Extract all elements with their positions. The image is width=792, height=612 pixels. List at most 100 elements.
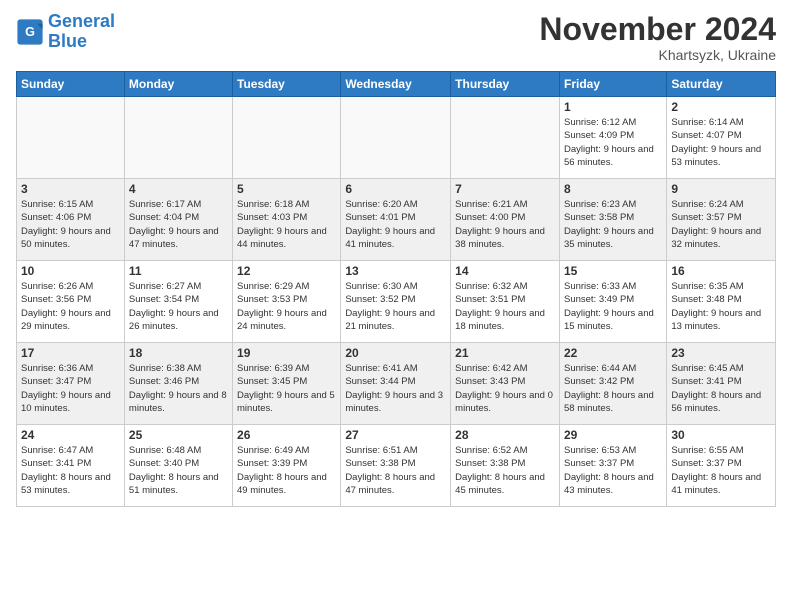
- title-block: November 2024 Khartsyzk, Ukraine: [539, 12, 776, 63]
- calendar-week-row: 24 Sunrise: 6:47 AM Sunset: 3:41 PM Dayli…: [17, 425, 776, 507]
- calendar-header-row: SundayMondayTuesdayWednesdayThursdayFrid…: [17, 72, 776, 97]
- day-info: Sunrise: 6:29 AM Sunset: 3:53 PM Dayligh…: [237, 280, 336, 333]
- day-info: Sunrise: 6:27 AM Sunset: 3:54 PM Dayligh…: [129, 280, 228, 333]
- calendar-header-monday: Monday: [124, 72, 232, 97]
- calendar-header-tuesday: Tuesday: [233, 72, 341, 97]
- calendar-cell: 7 Sunrise: 6:21 AM Sunset: 4:00 PM Daylig…: [451, 179, 560, 261]
- day-info: Sunrise: 6:52 AM Sunset: 3:38 PM Dayligh…: [455, 444, 555, 497]
- day-info: Sunrise: 6:38 AM Sunset: 3:46 PM Dayligh…: [129, 362, 228, 415]
- day-info: Sunrise: 6:12 AM Sunset: 4:09 PM Dayligh…: [564, 116, 662, 169]
- calendar-cell: 10 Sunrise: 6:26 AM Sunset: 3:56 PM Dayli…: [17, 261, 125, 343]
- calendar-cell: 16 Sunrise: 6:35 AM Sunset: 3:48 PM Dayli…: [667, 261, 776, 343]
- calendar-header-saturday: Saturday: [667, 72, 776, 97]
- calendar-week-row: 10 Sunrise: 6:26 AM Sunset: 3:56 PM Dayli…: [17, 261, 776, 343]
- logo-line1: General: [48, 11, 115, 31]
- day-number: 9: [671, 182, 771, 196]
- day-info: Sunrise: 6:26 AM Sunset: 3:56 PM Dayligh…: [21, 280, 120, 333]
- day-number: 13: [345, 264, 446, 278]
- calendar-cell: 29 Sunrise: 6:53 AM Sunset: 3:37 PM Dayli…: [559, 425, 666, 507]
- calendar-cell: 5 Sunrise: 6:18 AM Sunset: 4:03 PM Daylig…: [233, 179, 341, 261]
- day-info: Sunrise: 6:47 AM Sunset: 3:41 PM Dayligh…: [21, 444, 120, 497]
- day-number: 12: [237, 264, 336, 278]
- calendar-cell: 19 Sunrise: 6:39 AM Sunset: 3:45 PM Dayli…: [233, 343, 341, 425]
- day-number: 16: [671, 264, 771, 278]
- day-number: 21: [455, 346, 555, 360]
- day-number: 23: [671, 346, 771, 360]
- logo: G General Blue: [16, 12, 115, 52]
- page: G General Blue November 2024 Khartsyzk, …: [0, 0, 792, 612]
- day-info: Sunrise: 6:55 AM Sunset: 3:37 PM Dayligh…: [671, 444, 771, 497]
- day-number: 3: [21, 182, 120, 196]
- calendar-week-row: 3 Sunrise: 6:15 AM Sunset: 4:06 PM Daylig…: [17, 179, 776, 261]
- day-info: Sunrise: 6:36 AM Sunset: 3:47 PM Dayligh…: [21, 362, 120, 415]
- month-title: November 2024: [539, 12, 776, 47]
- day-info: Sunrise: 6:48 AM Sunset: 3:40 PM Dayligh…: [129, 444, 228, 497]
- day-info: Sunrise: 6:44 AM Sunset: 3:42 PM Dayligh…: [564, 362, 662, 415]
- day-number: 18: [129, 346, 228, 360]
- day-info: Sunrise: 6:49 AM Sunset: 3:39 PM Dayligh…: [237, 444, 336, 497]
- header: G General Blue November 2024 Khartsyzk, …: [16, 12, 776, 63]
- calendar-table: SundayMondayTuesdayWednesdayThursdayFrid…: [16, 71, 776, 507]
- day-info: Sunrise: 6:30 AM Sunset: 3:52 PM Dayligh…: [345, 280, 446, 333]
- calendar-header-friday: Friday: [559, 72, 666, 97]
- calendar-cell: 20Sunrise: 6:41 AM Sunset: 3:44 PM Dayli…: [341, 343, 451, 425]
- day-info: Sunrise: 6:15 AM Sunset: 4:06 PM Dayligh…: [21, 198, 120, 251]
- day-number: 17: [21, 346, 120, 360]
- day-info: Sunrise: 6:53 AM Sunset: 3:37 PM Dayligh…: [564, 444, 662, 497]
- calendar-cell: 12 Sunrise: 6:29 AM Sunset: 3:53 PM Dayli…: [233, 261, 341, 343]
- calendar-cell: 14Sunrise: 6:32 AM Sunset: 3:51 PM Dayli…: [451, 261, 560, 343]
- day-number: 8: [564, 182, 662, 196]
- day-number: 29: [564, 428, 662, 442]
- day-number: 19: [237, 346, 336, 360]
- day-number: 6: [345, 182, 446, 196]
- day-number: 24: [21, 428, 120, 442]
- calendar-cell: 22 Sunrise: 6:44 AM Sunset: 3:42 PM Dayli…: [559, 343, 666, 425]
- day-number: 28: [455, 428, 555, 442]
- day-info: Sunrise: 6:33 AM Sunset: 3:49 PM Dayligh…: [564, 280, 662, 333]
- calendar-cell: 17 Sunrise: 6:36 AM Sunset: 3:47 PM Dayli…: [17, 343, 125, 425]
- day-number: 27: [345, 428, 446, 442]
- calendar-cell: 18 Sunrise: 6:38 AM Sunset: 3:46 PM Dayli…: [124, 343, 232, 425]
- calendar-cell: 4 Sunrise: 6:17 AM Sunset: 4:04 PM Daylig…: [124, 179, 232, 261]
- logo-icon: G: [16, 18, 44, 46]
- calendar-cell: [341, 97, 451, 179]
- calendar-header-sunday: Sunday: [17, 72, 125, 97]
- day-number: 10: [21, 264, 120, 278]
- day-info: Sunrise: 6:18 AM Sunset: 4:03 PM Dayligh…: [237, 198, 336, 251]
- day-info: Sunrise: 6:35 AM Sunset: 3:48 PM Dayligh…: [671, 280, 771, 333]
- day-number: 26: [237, 428, 336, 442]
- calendar-header-wednesday: Wednesday: [341, 72, 451, 97]
- day-number: 5: [237, 182, 336, 196]
- calendar-cell: 30 Sunrise: 6:55 AM Sunset: 3:37 PM Dayli…: [667, 425, 776, 507]
- calendar-cell: 3 Sunrise: 6:15 AM Sunset: 4:06 PM Daylig…: [17, 179, 125, 261]
- calendar-cell: [451, 97, 560, 179]
- day-info: Sunrise: 6:14 AM Sunset: 4:07 PM Dayligh…: [671, 116, 771, 169]
- day-number: 4: [129, 182, 228, 196]
- day-info: Sunrise: 6:24 AM Sunset: 3:57 PM Dayligh…: [671, 198, 771, 251]
- day-number: 7: [455, 182, 555, 196]
- day-number: 22: [564, 346, 662, 360]
- day-info: Sunrise: 6:42 AM Sunset: 3:43 PM Dayligh…: [455, 362, 555, 415]
- calendar-cell: 23Sunrise: 6:45 AM Sunset: 3:41 PM Dayli…: [667, 343, 776, 425]
- day-info: Sunrise: 6:39 AM Sunset: 3:45 PM Dayligh…: [237, 362, 336, 415]
- day-number: 11: [129, 264, 228, 278]
- day-number: 25: [129, 428, 228, 442]
- day-number: 30: [671, 428, 771, 442]
- day-info: Sunrise: 6:51 AM Sunset: 3:38 PM Dayligh…: [345, 444, 446, 497]
- calendar-cell: [233, 97, 341, 179]
- day-info: Sunrise: 6:21 AM Sunset: 4:00 PM Dayligh…: [455, 198, 555, 251]
- day-info: Sunrise: 6:41 AM Sunset: 3:44 PM Dayligh…: [345, 362, 446, 415]
- day-number: 15: [564, 264, 662, 278]
- calendar-cell: 11 Sunrise: 6:27 AM Sunset: 3:54 PM Dayli…: [124, 261, 232, 343]
- location-subtitle: Khartsyzk, Ukraine: [539, 47, 776, 63]
- calendar-cell: 26 Sunrise: 6:49 AM Sunset: 3:39 PM Dayli…: [233, 425, 341, 507]
- calendar-cell: 28 Sunrise: 6:52 AM Sunset: 3:38 PM Dayli…: [451, 425, 560, 507]
- calendar-cell: 8Sunrise: 6:23 AM Sunset: 3:58 PM Daylig…: [559, 179, 666, 261]
- calendar-week-row: 17 Sunrise: 6:36 AM Sunset: 3:47 PM Dayli…: [17, 343, 776, 425]
- day-info: Sunrise: 6:32 AM Sunset: 3:51 PM Dayligh…: [455, 280, 555, 333]
- day-number: 1: [564, 100, 662, 114]
- calendar-cell: 15 Sunrise: 6:33 AM Sunset: 3:49 PM Dayli…: [559, 261, 666, 343]
- day-info: Sunrise: 6:17 AM Sunset: 4:04 PM Dayligh…: [129, 198, 228, 251]
- calendar-cell: 25 Sunrise: 6:48 AM Sunset: 3:40 PM Dayli…: [124, 425, 232, 507]
- calendar-cell: 13 Sunrise: 6:30 AM Sunset: 3:52 PM Dayli…: [341, 261, 451, 343]
